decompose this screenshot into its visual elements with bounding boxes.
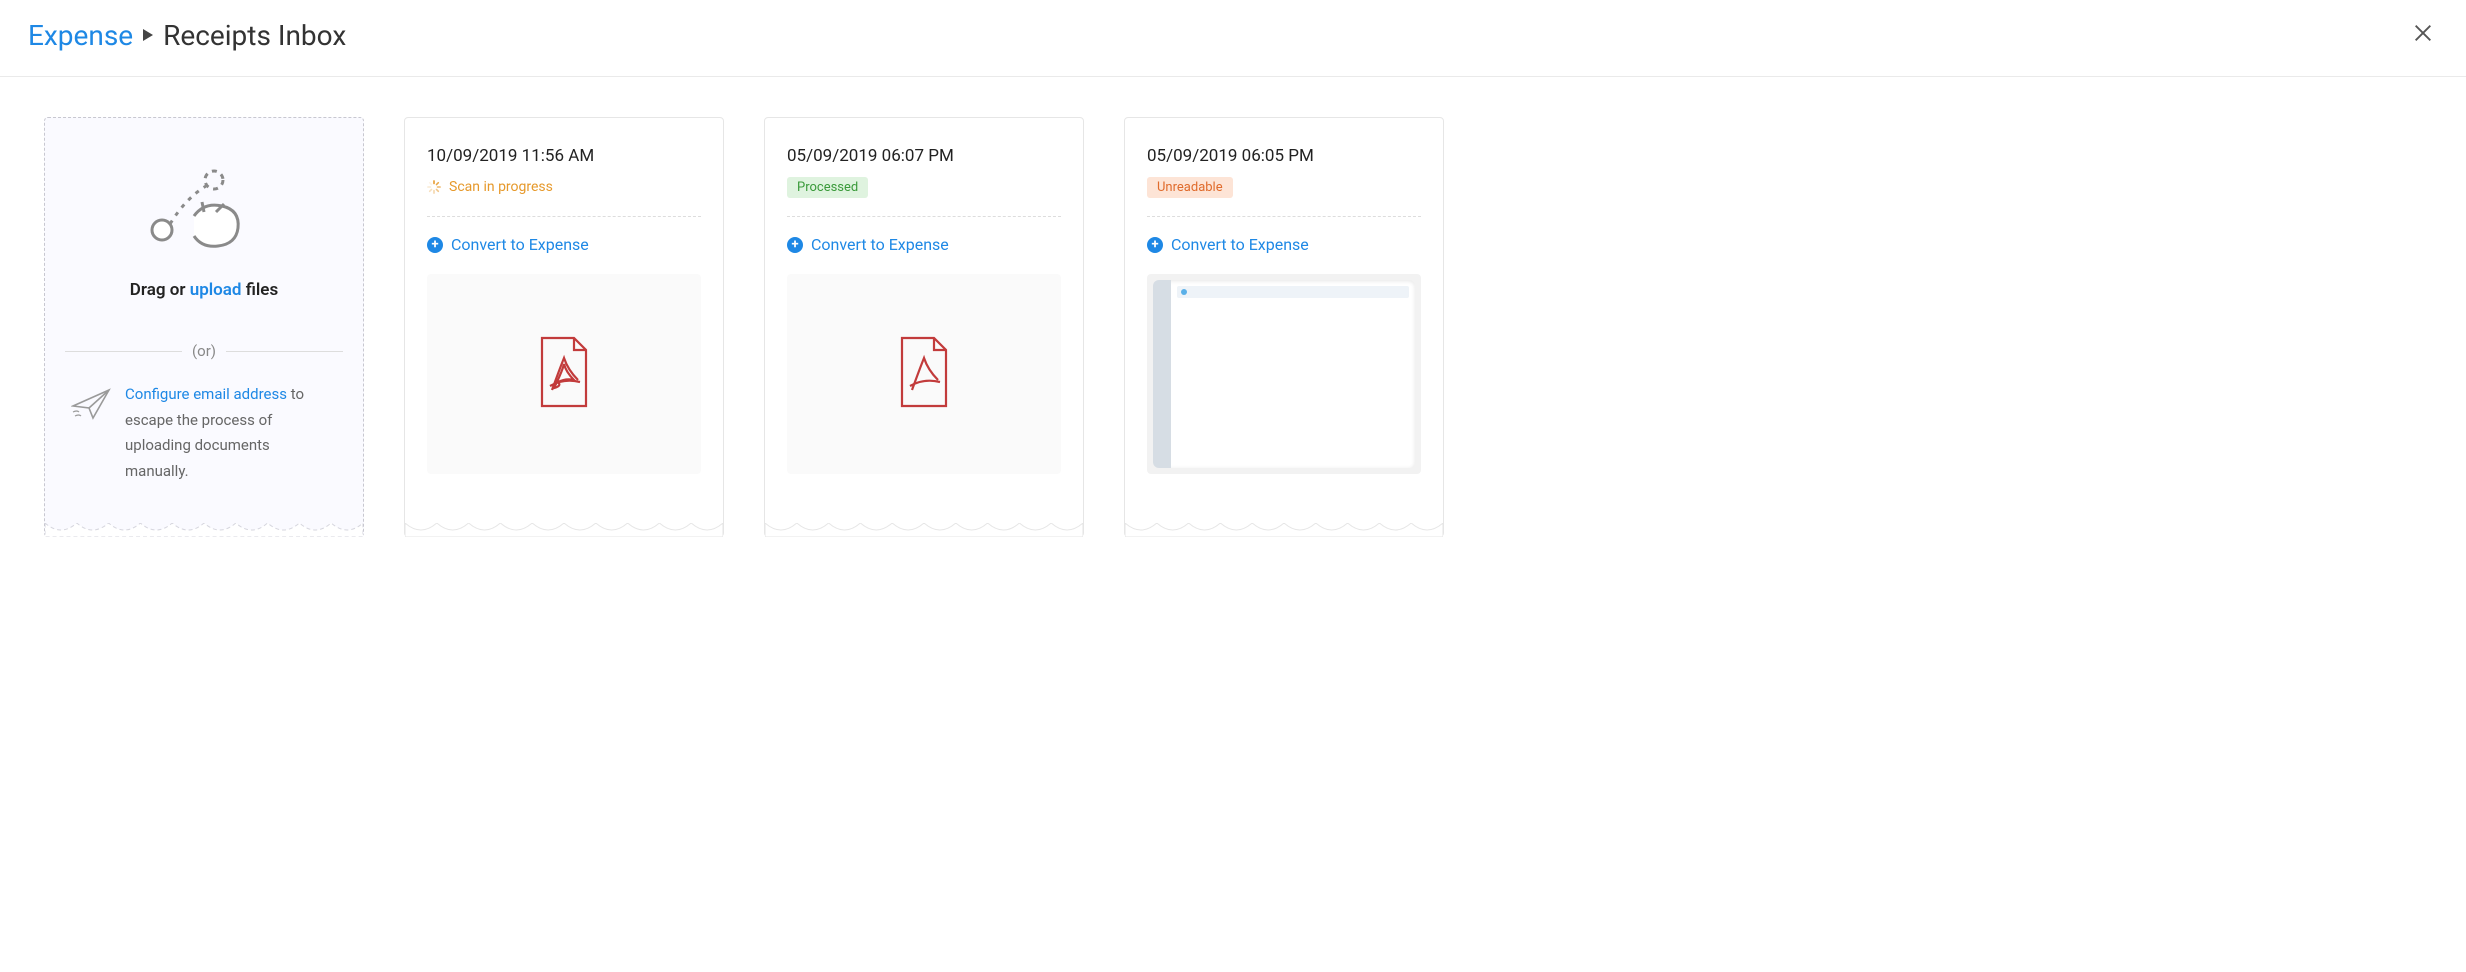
torn-edge-decoration bbox=[1125, 523, 1443, 537]
breadcrumb: Expense Receipts Inbox bbox=[28, 19, 346, 52]
status-badge-unreadable: Unreadable bbox=[1147, 177, 1233, 198]
receipt-preview[interactable] bbox=[1147, 274, 1421, 474]
convert-to-expense-link[interactable]: + Convert to Expense bbox=[1147, 235, 1421, 254]
separator bbox=[787, 216, 1061, 217]
upload-dropzone[interactable]: Drag or upload files (or) Configure bbox=[44, 117, 364, 537]
convert-label: Convert to Expense bbox=[1171, 235, 1309, 254]
pdf-icon bbox=[896, 336, 952, 412]
upload-link[interactable]: upload bbox=[190, 280, 242, 300]
upload-instruction: Drag or upload files bbox=[130, 280, 278, 300]
receipt-preview[interactable] bbox=[787, 274, 1061, 474]
plus-circle-icon: + bbox=[1147, 237, 1163, 253]
close-icon bbox=[2412, 29, 2434, 48]
plus-circle-icon: + bbox=[427, 237, 443, 253]
or-divider: (or) bbox=[65, 342, 343, 360]
breadcrumb-separator-icon bbox=[143, 26, 153, 45]
spinner-icon bbox=[427, 180, 441, 194]
receipt-card[interactable]: 10/09/2019 11:56 AM bbox=[404, 117, 724, 537]
torn-edge-decoration bbox=[765, 523, 1083, 537]
receipt-status: Processed bbox=[787, 176, 1061, 198]
receipt-card[interactable]: 05/09/2019 06:07 PM Processed + Convert … bbox=[764, 117, 1084, 537]
convert-label: Convert to Expense bbox=[811, 235, 949, 254]
email-config-text: Configure email address to escape the pr… bbox=[125, 382, 337, 484]
receipt-status: Scan in progress bbox=[427, 176, 701, 198]
receipt-date: 05/09/2019 06:07 PM bbox=[787, 146, 1061, 166]
header: Expense Receipts Inbox bbox=[0, 0, 2466, 77]
receipt-card[interactable]: 05/09/2019 06:05 PM Unreadable + Convert… bbox=[1124, 117, 1444, 537]
torn-edge-decoration bbox=[405, 523, 723, 537]
plus-circle-icon: + bbox=[787, 237, 803, 253]
close-button[interactable] bbox=[2408, 18, 2438, 52]
separator bbox=[1147, 216, 1421, 217]
upload-text-suffix: files bbox=[242, 280, 279, 300]
or-label: (or) bbox=[192, 342, 216, 360]
breadcrumb-root-link[interactable]: Expense bbox=[28, 19, 133, 52]
status-label: Scan in progress bbox=[449, 179, 553, 195]
receipt-date: 05/09/2019 06:05 PM bbox=[1147, 146, 1421, 166]
upload-text-prefix: Drag or bbox=[130, 280, 190, 300]
receipt-date: 10/09/2019 11:56 AM bbox=[427, 146, 701, 166]
convert-to-expense-link[interactable]: + Convert to Expense bbox=[787, 235, 1061, 254]
receipt-preview[interactable] bbox=[427, 274, 701, 474]
convert-label: Convert to Expense bbox=[451, 235, 589, 254]
pdf-icon bbox=[536, 336, 592, 412]
status-badge-processed: Processed bbox=[787, 177, 868, 198]
configure-email-link[interactable]: Configure email address bbox=[125, 385, 287, 403]
screenshot-thumbnail bbox=[1153, 280, 1415, 468]
email-config-section: Configure email address to escape the pr… bbox=[65, 382, 343, 504]
convert-to-expense-link[interactable]: + Convert to Expense bbox=[427, 235, 701, 254]
paper-plane-icon bbox=[71, 386, 111, 484]
drag-drop-icon bbox=[144, 168, 264, 258]
page: Expense Receipts Inbox bbox=[0, 0, 2466, 972]
breadcrumb-current: Receipts Inbox bbox=[163, 19, 346, 52]
receipt-status: Unreadable bbox=[1147, 176, 1421, 198]
torn-edge-decoration bbox=[45, 523, 363, 537]
content: Drag or upload files (or) Configure bbox=[0, 77, 2466, 577]
separator bbox=[427, 216, 701, 217]
